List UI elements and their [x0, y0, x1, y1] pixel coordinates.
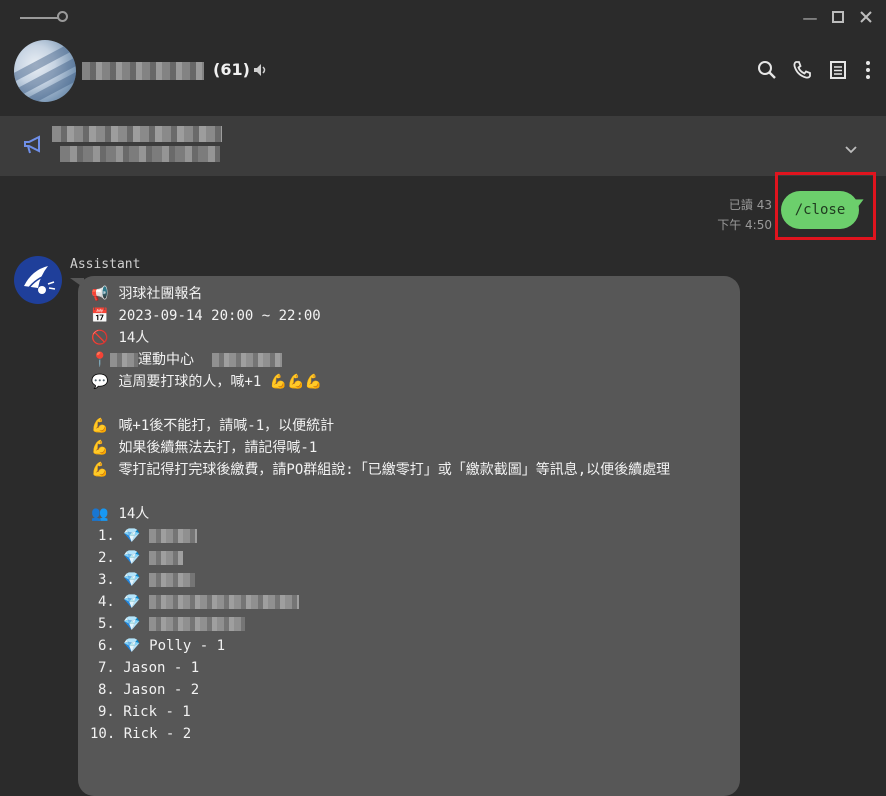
muscle-icon: 💪: [91, 440, 109, 456]
opacity-slider-track[interactable]: [20, 17, 58, 19]
search-icon[interactable]: [757, 60, 777, 84]
line-venue: 📍 運動中心: [90, 349, 730, 371]
name-blurred: [149, 529, 198, 543]
speaker-icon[interactable]: [252, 62, 268, 82]
list-item: 4. 💎: [90, 591, 730, 613]
diamond-icon: 💎: [123, 550, 141, 566]
message-sender: Assistant: [70, 257, 141, 272]
member-count: (61): [213, 60, 250, 79]
megaphone-icon: [22, 134, 46, 160]
list-item: 9. Rick - 1: [98, 704, 191, 720]
sent-time: 下午 4:50: [717, 218, 772, 232]
name-blurred: [149, 617, 246, 631]
chevron-down-icon[interactable]: [844, 140, 858, 159]
maximize-icon[interactable]: [830, 10, 846, 26]
venue-detail-blurred: [212, 353, 283, 367]
list-item: 7. Jason - 1: [98, 660, 200, 676]
megaphone-icon: 📢: [91, 286, 109, 302]
diamond-icon: 💎: [123, 572, 141, 588]
list-item: 8. Jason - 2: [98, 682, 200, 698]
no-entry-icon: 🚫: [91, 330, 109, 346]
muscle-icon: 💪: [91, 418, 109, 434]
muscle-icon: 💪💪💪: [269, 374, 323, 390]
announcement-bar[interactable]: [0, 116, 886, 176]
line-datetime: 📅 2023-09-14 20:00 ~ 22:00: [90, 305, 730, 327]
line-count: 👥 14人: [90, 503, 730, 525]
line-rule-1: 💪 喊+1後不能打，請喊-1，以便統計: [90, 415, 730, 437]
line-rule-3: 💪 零打記得打完球後繳費，請PO群組說:「已繳零打」或「繳款截圖」等訊息,以便後…: [90, 459, 730, 481]
muscle-icon: 💪: [91, 462, 109, 478]
line-title: 📢 羽球社團報名: [90, 283, 730, 305]
message-body: 📢 羽球社團報名 📅 2023-09-14 20:00 ~ 22:00 🚫 14…: [90, 283, 730, 745]
name-blurred: [149, 595, 300, 609]
assistant-avatar[interactable]: [14, 256, 62, 304]
minimize-icon[interactable]: —: [802, 10, 818, 26]
opacity-slider-handle[interactable]: [57, 11, 68, 22]
notes-icon[interactable]: [829, 60, 847, 84]
pin-icon: 📍: [91, 352, 109, 368]
more-options-icon[interactable]: [864, 60, 872, 84]
people-icon: 👥: [91, 506, 109, 522]
phone-icon[interactable]: [792, 60, 812, 84]
highlight-box: [775, 172, 876, 240]
name-blurred: [149, 573, 196, 587]
announcement-text-blurred: [52, 126, 222, 142]
calendar-icon: 📅: [91, 308, 109, 324]
group-name-blurred: [82, 62, 204, 80]
line-call: 💬 這周要打球的人，喊+1 💪💪💪: [90, 371, 730, 393]
diamond-icon: 💎: [123, 528, 141, 544]
chat-header: (61): [0, 36, 886, 116]
line-rule-2: 💪 如果後續無法去打，請記得喊-1: [90, 437, 730, 459]
list-item: 2. 💎: [90, 547, 730, 569]
diamond-icon: 💎: [123, 594, 141, 610]
title-bar: —: [0, 0, 886, 36]
list-item: 1. 💎: [90, 525, 730, 547]
list-item: 6. 💎 Polly - 1: [98, 638, 226, 654]
list-item: 5. 💎: [90, 613, 730, 635]
diamond-icon: 💎: [123, 638, 141, 654]
close-icon[interactable]: [858, 10, 874, 26]
diamond-icon: 💎: [123, 616, 141, 632]
venue-name-blurred: [110, 353, 138, 367]
read-receipt: 已讀 43: [728, 198, 772, 212]
list-item: 3. 💎: [90, 569, 730, 591]
announcement-text-blurred-2: [60, 146, 220, 162]
line-capacity: 🚫 14人: [90, 327, 730, 349]
list-item: 10. Rick - 2: [90, 726, 192, 742]
speech-bubble-icon: 💬: [91, 374, 109, 390]
group-avatar[interactable]: [14, 40, 76, 102]
name-blurred: [149, 551, 184, 565]
